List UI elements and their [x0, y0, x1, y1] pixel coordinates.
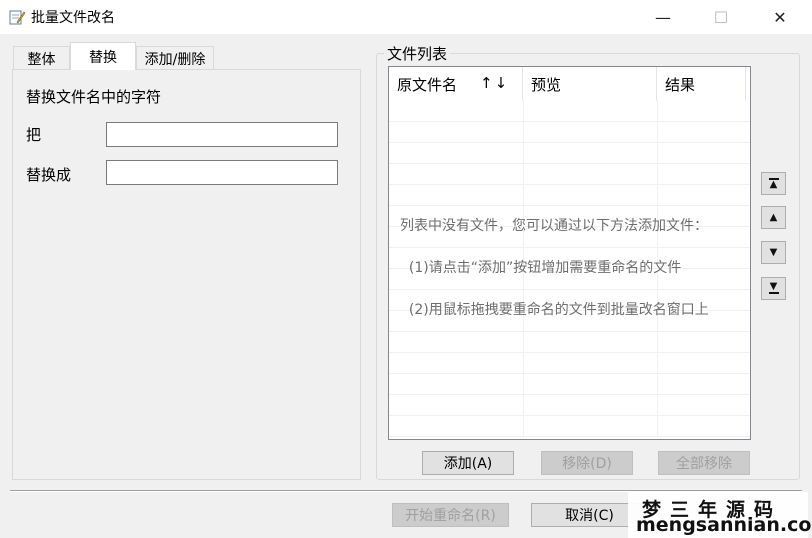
replace-heading: 替换文件名中的字符	[26, 88, 162, 106]
from-label: 把	[26, 126, 42, 144]
list-row	[389, 395, 750, 416]
list-row	[389, 353, 750, 374]
move-to-bottom-button[interactable]: ▼	[761, 277, 786, 300]
empty-message-line: (2)用鼠标拖拽要重命名的文件到批量改名窗口上	[400, 302, 709, 318]
close-button[interactable]: ✕	[757, 0, 803, 34]
column-preview[interactable]: 预览	[523, 67, 657, 101]
minimize-button[interactable]: —	[640, 0, 686, 34]
sort-arrows-icon[interactable]: ↑↓	[480, 74, 509, 92]
empty-list-message: 列表中没有文件，您可以通过以下方法添加文件： (1)请点击“添加”按钮增加需要重…	[400, 191, 745, 345]
to-text-input[interactable]	[106, 160, 338, 185]
move-top-icon: ▲	[768, 178, 779, 190]
move-to-top-button[interactable]: ▲	[761, 172, 786, 195]
move-down-button[interactable]: ▼	[761, 241, 786, 264]
empty-message-line: (1)请点击“添加”按钮增加需要重命名的文件	[400, 260, 682, 276]
tab-replace[interactable]: 替换	[70, 42, 136, 70]
file-list-view[interactable]: 原文件名 ↑↓ 预览 结果 列表中没有文件，您可以通过以下方法添加文件： (1)…	[388, 66, 751, 440]
remove-all-button[interactable]: 全部移除	[658, 451, 750, 475]
list-row	[389, 143, 750, 164]
tab-add-delete[interactable]: 添加/删除	[136, 46, 214, 70]
column-original-name-label: 原文件名	[397, 75, 458, 94]
move-down-icon: ▼	[769, 247, 778, 258]
start-rename-button[interactable]: 开始重命名(R)	[392, 503, 509, 527]
list-row	[389, 122, 750, 143]
list-header: 原文件名 ↑↓ 预览 结果	[389, 67, 750, 101]
move-up-button[interactable]: ▲	[761, 206, 786, 229]
list-row	[389, 164, 750, 185]
column-result[interactable]: 结果	[657, 67, 746, 101]
watermark: 梦三年源码 mengsannian.com	[628, 492, 812, 538]
title-bar: 批量文件改名 — ☐ ✕	[0, 0, 812, 34]
add-file-button[interactable]: 添加(A)	[422, 451, 514, 475]
column-result-label: 结果	[665, 75, 696, 94]
to-label: 替换成	[26, 166, 72, 184]
window-title: 批量文件改名	[31, 10, 115, 26]
watermark-url: mengsannian.com	[636, 514, 812, 536]
list-row	[389, 416, 750, 437]
file-list-title: 文件列表	[384, 43, 451, 64]
column-preview-label: 预览	[531, 75, 562, 94]
list-row	[389, 374, 750, 395]
list-row	[389, 101, 750, 122]
move-bottom-icon: ▼	[768, 281, 779, 294]
tab-overall[interactable]: 整体	[13, 46, 70, 70]
app-icon	[9, 10, 26, 25]
maximize-button[interactable]: ☐	[698, 0, 744, 34]
move-up-icon: ▲	[769, 212, 778, 223]
remove-file-button[interactable]: 移除(D)	[541, 451, 633, 475]
from-text-input[interactable]	[106, 122, 338, 147]
empty-message-line: 列表中没有文件，您可以通过以下方法添加文件：	[400, 218, 708, 234]
